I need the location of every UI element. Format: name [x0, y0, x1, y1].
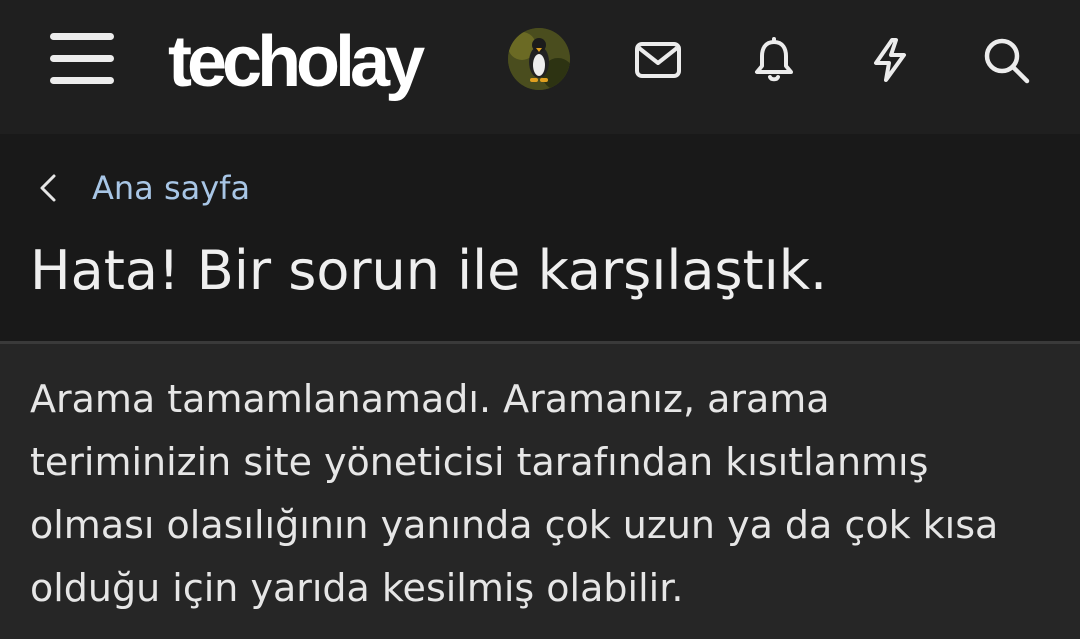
search-icon[interactable]: [982, 36, 1030, 84]
breadcrumb-link[interactable]: Ana sayfa: [92, 168, 250, 208]
error-message: Arama tamamlanamadı. Aramanız, arama ter…: [30, 377, 999, 610]
page-title: Hata! Bir sorun ile karşılaştık.: [30, 239, 828, 302]
chevron-left-icon[interactable]: [36, 172, 64, 204]
avatar[interactable]: [508, 28, 570, 90]
bolt-icon[interactable]: [866, 36, 914, 84]
site-logo[interactable]: techolay: [168, 22, 425, 102]
mail-icon[interactable]: [634, 36, 682, 84]
top-bar: techolay: [0, 0, 1080, 134]
divider: [0, 341, 1080, 344]
menu-icon[interactable]: [50, 30, 116, 88]
bell-icon[interactable]: [750, 36, 798, 84]
